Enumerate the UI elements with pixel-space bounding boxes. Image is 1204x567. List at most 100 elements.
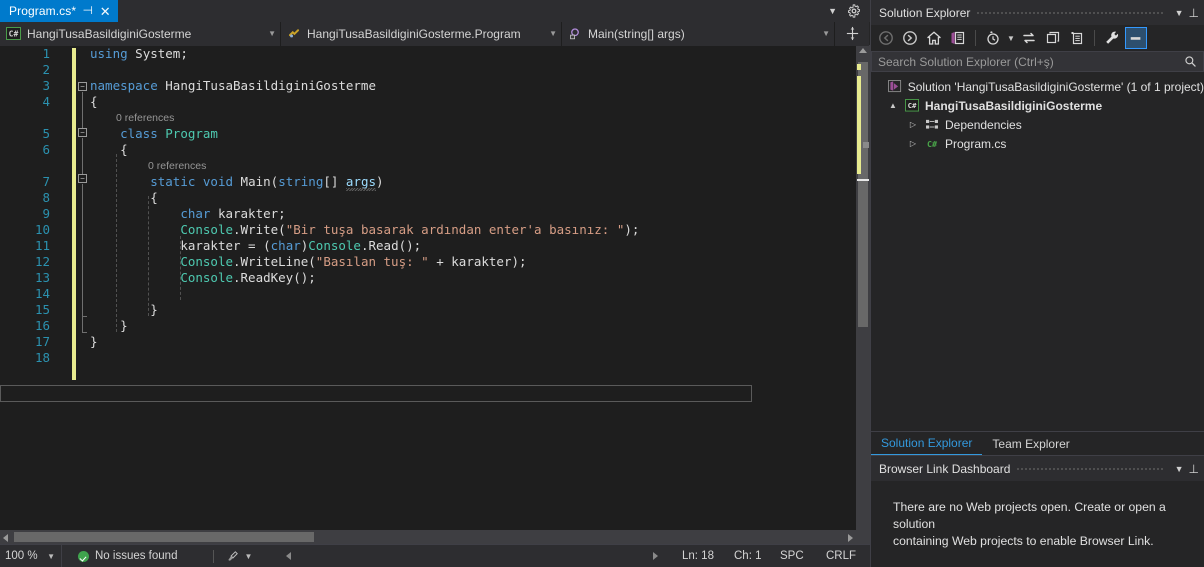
chevron-down-icon[interactable]: ▼	[1170, 8, 1189, 18]
fold-toggle-method[interactable]: −	[78, 174, 87, 183]
line-number: 12	[34, 254, 50, 269]
code-line[interactable]	[90, 62, 856, 78]
navbar-type-dropdown[interactable]: HangiTusaBasildiginiGosterme.Program ▼	[281, 21, 562, 46]
code-line[interactable]	[90, 286, 856, 302]
scroll-up-arrow-icon[interactable]	[859, 48, 867, 53]
sync-with-active-document-icon[interactable]	[1018, 27, 1040, 49]
navbar-member-dropdown[interactable]: Main(string[] args) ▼	[562, 21, 835, 46]
document-tab-program-cs[interactable]: Program.cs* ⊣ ✕	[0, 0, 118, 22]
pin-icon[interactable]: ⊥	[1189, 462, 1199, 476]
brush-icon[interactable]	[226, 550, 239, 563]
line-number: 2	[42, 62, 50, 77]
scroll-left-icon[interactable]	[286, 552, 292, 560]
line-number: 9	[42, 206, 50, 221]
line-number: 14	[34, 286, 50, 301]
pin-icon[interactable]: ⊥	[1189, 6, 1199, 20]
gear-icon[interactable]	[847, 4, 861, 18]
line-number: 11	[34, 238, 50, 253]
line-number: 17	[34, 334, 50, 349]
code-line[interactable]: {	[90, 94, 856, 110]
chevron-down-icon[interactable]: ▼	[244, 552, 252, 561]
code-line[interactable]: Console.WriteLine("Basılan tuş: " + kara…	[90, 254, 856, 270]
class-icon	[287, 27, 301, 40]
preview-selected-items-icon[interactable]	[1125, 27, 1147, 49]
fold-toggle-namespace[interactable]: −	[78, 82, 87, 91]
status-bar: 100 % ▼ No issues found ▼ Ln: 18 Ch: 1 S…	[0, 544, 870, 567]
tab-solution-explorer[interactable]: Solution Explorer	[871, 432, 983, 455]
code-cleanup-control[interactable]: ▼	[226, 550, 252, 563]
pending-changes-icon[interactable]	[982, 27, 1004, 49]
dependencies-icon	[924, 118, 940, 131]
code-line[interactable]: }	[90, 318, 856, 334]
tree-item[interactable]: ▲ C# HangiTusaBasildiginiGosterme	[871, 96, 1204, 115]
code-line[interactable]: karakter = (char)Console.Read();	[90, 238, 856, 254]
solution-explorer-tree[interactable]: Solution 'HangiTusaBasildiginiGosterme' …	[871, 72, 1204, 431]
code-line[interactable]: Console.ReadKey();	[90, 270, 856, 286]
issues-status[interactable]: No issues found	[62, 550, 177, 562]
chevron-down-icon[interactable]: ▼	[47, 552, 55, 561]
expander-icon[interactable]: ▷	[907, 139, 919, 148]
status-separator	[213, 549, 215, 563]
editor-column: Program.cs* ⊣ ✕ ▼ C# HangiTusaBasildigin…	[0, 0, 870, 567]
line-indicator: Ln: 18	[682, 550, 714, 562]
change-marker	[857, 64, 861, 70]
back-icon[interactable]	[875, 27, 897, 49]
chevron-down-icon[interactable]: ▼	[828, 6, 837, 16]
properties-icon[interactable]	[1066, 27, 1088, 49]
forward-icon[interactable]	[899, 27, 921, 49]
solution-explorer-search[interactable]: Search Solution Explorer (Ctrl+ş)	[871, 51, 1204, 72]
code-line[interactable]: static void Main(string[] args)	[90, 174, 856, 190]
tab-strip-actions: ▼	[828, 0, 870, 22]
code-line[interactable]: {	[90, 142, 856, 158]
line-number: 18	[34, 350, 50, 365]
codelens-method-references[interactable]: 0 references	[90, 158, 856, 174]
wrench-icon[interactable]	[1101, 27, 1123, 49]
solution-overview-icon[interactable]	[947, 27, 969, 49]
code-line[interactable]: namespace HangiTusaBasildiginiGosterme	[90, 78, 856, 94]
line-number: 1	[42, 46, 50, 61]
code-line[interactable]: char karakter;	[90, 206, 856, 222]
code-text[interactable]: using System; namespace HangiTusaBasildi…	[90, 46, 856, 366]
codelens-spacer	[0, 110, 56, 126]
split-view-icon[interactable]	[835, 21, 869, 46]
editor-vertical-scrollbar[interactable]	[856, 46, 870, 530]
collapse-all-icon[interactable]	[1042, 27, 1064, 49]
solution-icon	[887, 80, 903, 93]
tree-item[interactable]: Solution 'HangiTusaBasildiginiGosterme' …	[871, 77, 1204, 96]
zoom-level-control[interactable]: 100 % ▼	[0, 544, 62, 567]
code-line[interactable]: class Program	[90, 126, 856, 142]
pin-icon[interactable]: ⊣	[83, 5, 94, 17]
svg-text:C#: C#	[927, 139, 937, 149]
solution-explorer-title: Solution Explorer	[879, 5, 971, 20]
tree-item[interactable]: ▷ C# Program.cs	[871, 134, 1204, 153]
csharp-file-icon: C#	[924, 137, 940, 150]
editor-horizontal-scrollbar[interactable]	[0, 530, 856, 544]
expander-icon[interactable]: ▲	[887, 101, 899, 110]
code-line[interactable]: using System;	[90, 46, 856, 62]
line-number: 6	[42, 142, 50, 157]
code-line[interactable]: {	[90, 190, 856, 206]
code-editor-surface[interactable]: 1234 56 7 8 9 10 11 12 13 14 15 16 17 18 − − −	[0, 46, 870, 530]
chevron-down-icon[interactable]: ▼	[541, 29, 557, 38]
scroll-left-arrow-icon[interactable]	[3, 534, 8, 542]
expander-icon[interactable]: ▷	[907, 120, 919, 129]
chevron-down-icon[interactable]: ▼	[1006, 27, 1016, 49]
close-icon[interactable]: ✕	[100, 5, 111, 18]
navbar-project-dropdown[interactable]: C# HangiTusaBasildiginiGosterme ▼	[0, 21, 281, 46]
tab-team-explorer[interactable]: Team Explorer	[982, 432, 1079, 455]
scroll-right-arrow-icon[interactable]	[848, 534, 853, 542]
code-line[interactable]	[90, 350, 856, 366]
code-line[interactable]: Console.Write("Bir tuşa basarak ardından…	[90, 222, 856, 238]
tree-item[interactable]: ▷ Dependencies	[871, 115, 1204, 134]
search-icon[interactable]	[1184, 55, 1197, 68]
chevron-down-icon[interactable]: ▼	[814, 29, 830, 38]
scrollbar-thumb[interactable]	[14, 532, 314, 542]
code-line[interactable]: }	[90, 334, 856, 350]
fold-toggle-class[interactable]: −	[78, 128, 87, 137]
chevron-down-icon[interactable]: ▼	[1170, 464, 1189, 474]
codelens-class-references[interactable]: 0 references	[90, 110, 856, 126]
code-line[interactable]: }	[90, 302, 856, 318]
chevron-down-icon[interactable]: ▼	[260, 29, 276, 38]
caret-status-group: Ln: 18 Ch: 1 SPC CRLF	[658, 550, 870, 562]
home-icon[interactable]	[923, 27, 945, 49]
